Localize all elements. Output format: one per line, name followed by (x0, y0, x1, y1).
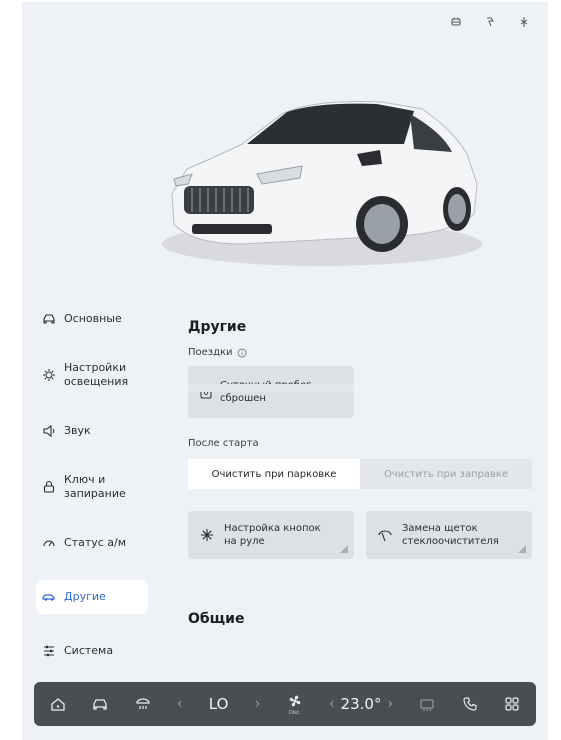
lock-icon (42, 480, 56, 494)
fan-level: LO (208, 695, 229, 713)
sidebar-item-other[interactable]: Другие (36, 580, 148, 614)
rear-defrost-icon[interactable] (419, 696, 435, 712)
temperature-value: 23.0° (340, 695, 382, 713)
speaker-icon (42, 424, 56, 438)
wiper-icon (378, 528, 392, 542)
general-section-title: Общие (188, 611, 245, 627)
sidebar-item-label: Другие (64, 590, 106, 603)
car-side-icon (42, 590, 56, 604)
signal-icon (518, 16, 530, 28)
wiper-replacement-label: Замена щеток стеклоочистителя (402, 523, 499, 547)
car-icon[interactable] (92, 696, 108, 712)
temp-decrease-button[interactable]: ‹ (329, 696, 335, 712)
sidebar-item-label: Система (64, 644, 114, 657)
sidebar-item-label: Основные (64, 312, 122, 325)
sidebar-item-sound[interactable]: Звук (36, 412, 154, 450)
sidebar-item-lighting[interactable]: Настройки освещения (36, 356, 154, 394)
trips-label: Поездки (188, 347, 233, 358)
fan-decrease-button[interactable]: ‹ (177, 696, 183, 712)
trip-reset-card[interactable]: 0 Суточный пробег сброшен (188, 366, 354, 418)
car-image (152, 74, 482, 274)
wiper-replacement-tile[interactable]: Замена щеток стеклоочистителя (366, 511, 532, 559)
steering-button-icon (200, 528, 214, 542)
wireless-charging-icon (484, 16, 496, 28)
scroll-placeholder (188, 384, 354, 392)
sidebar-item-label: Статус а/м (64, 536, 127, 549)
phone-icon[interactable] (462, 696, 478, 712)
sidebar-item-system[interactable]: Система (36, 632, 154, 670)
sidebar-item-general[interactable]: Основные (36, 300, 154, 338)
sidebar-item-label: Настройки освещения (64, 361, 129, 388)
gauge-icon (42, 536, 56, 550)
sidebar: Основные Настройки освещения Звук Ключ и… (36, 300, 154, 688)
bottom-dock: ‹ LO › Dist. ‹ 23.0° › (34, 682, 536, 726)
temperature-control: ‹ 23.0° › (329, 695, 393, 713)
light-bulb-icon (42, 368, 56, 382)
status-bar (450, 16, 530, 28)
after-start-label: После старта (188, 438, 259, 449)
option-clear-on-parking[interactable]: Очистить при парковке (188, 459, 360, 489)
fan-mode-label: Dist. (288, 709, 301, 716)
driver-profile-icon[interactable] (450, 16, 462, 28)
trip-reset-label: Суточный пробег сброшен (220, 380, 311, 404)
option-clear-on-refuel[interactable]: Очистить при заправке (360, 459, 532, 489)
steering-buttons-tile[interactable]: Настройка кнопок на руле (188, 511, 354, 559)
home-icon[interactable] (50, 696, 66, 712)
corner-arrow-icon (340, 545, 348, 553)
after-start-segmented-control: Очистить при парковке Очистить при запра… (188, 459, 532, 489)
steering-buttons-label: Настройка кнопок на руле (224, 523, 321, 547)
sliders-icon (42, 644, 56, 658)
car-icon (42, 312, 56, 326)
front-defrost-icon[interactable] (135, 696, 151, 712)
info-icon[interactable] (237, 348, 247, 358)
settings-panel: Другие Поездки 0 Суточный пробег сброшен… (188, 302, 538, 627)
trips-subheading: Поездки (188, 347, 538, 358)
sidebar-item-label: Звук (64, 424, 91, 437)
sidebar-item-key-lock[interactable]: Ключ и запирание (36, 468, 154, 506)
fan-icon (287, 693, 303, 709)
vehicle-settings-screen: Основные Настройки освещения Звук Ключ и… (22, 2, 548, 740)
app-grid-icon[interactable] (504, 696, 520, 712)
fan-increase-button[interactable]: › (255, 696, 261, 712)
sidebar-item-label: Ключ и запирание (64, 473, 126, 500)
section-title: Другие (188, 319, 247, 335)
feature-tiles: Настройка кнопок на руле Замена щеток ст… (188, 511, 538, 559)
fan-mode-button[interactable]: Dist. (287, 693, 303, 716)
sidebar-item-vehicle-status[interactable]: Статус а/м (36, 524, 154, 562)
temp-increase-button[interactable]: › (387, 696, 393, 712)
corner-arrow-icon (518, 545, 526, 553)
